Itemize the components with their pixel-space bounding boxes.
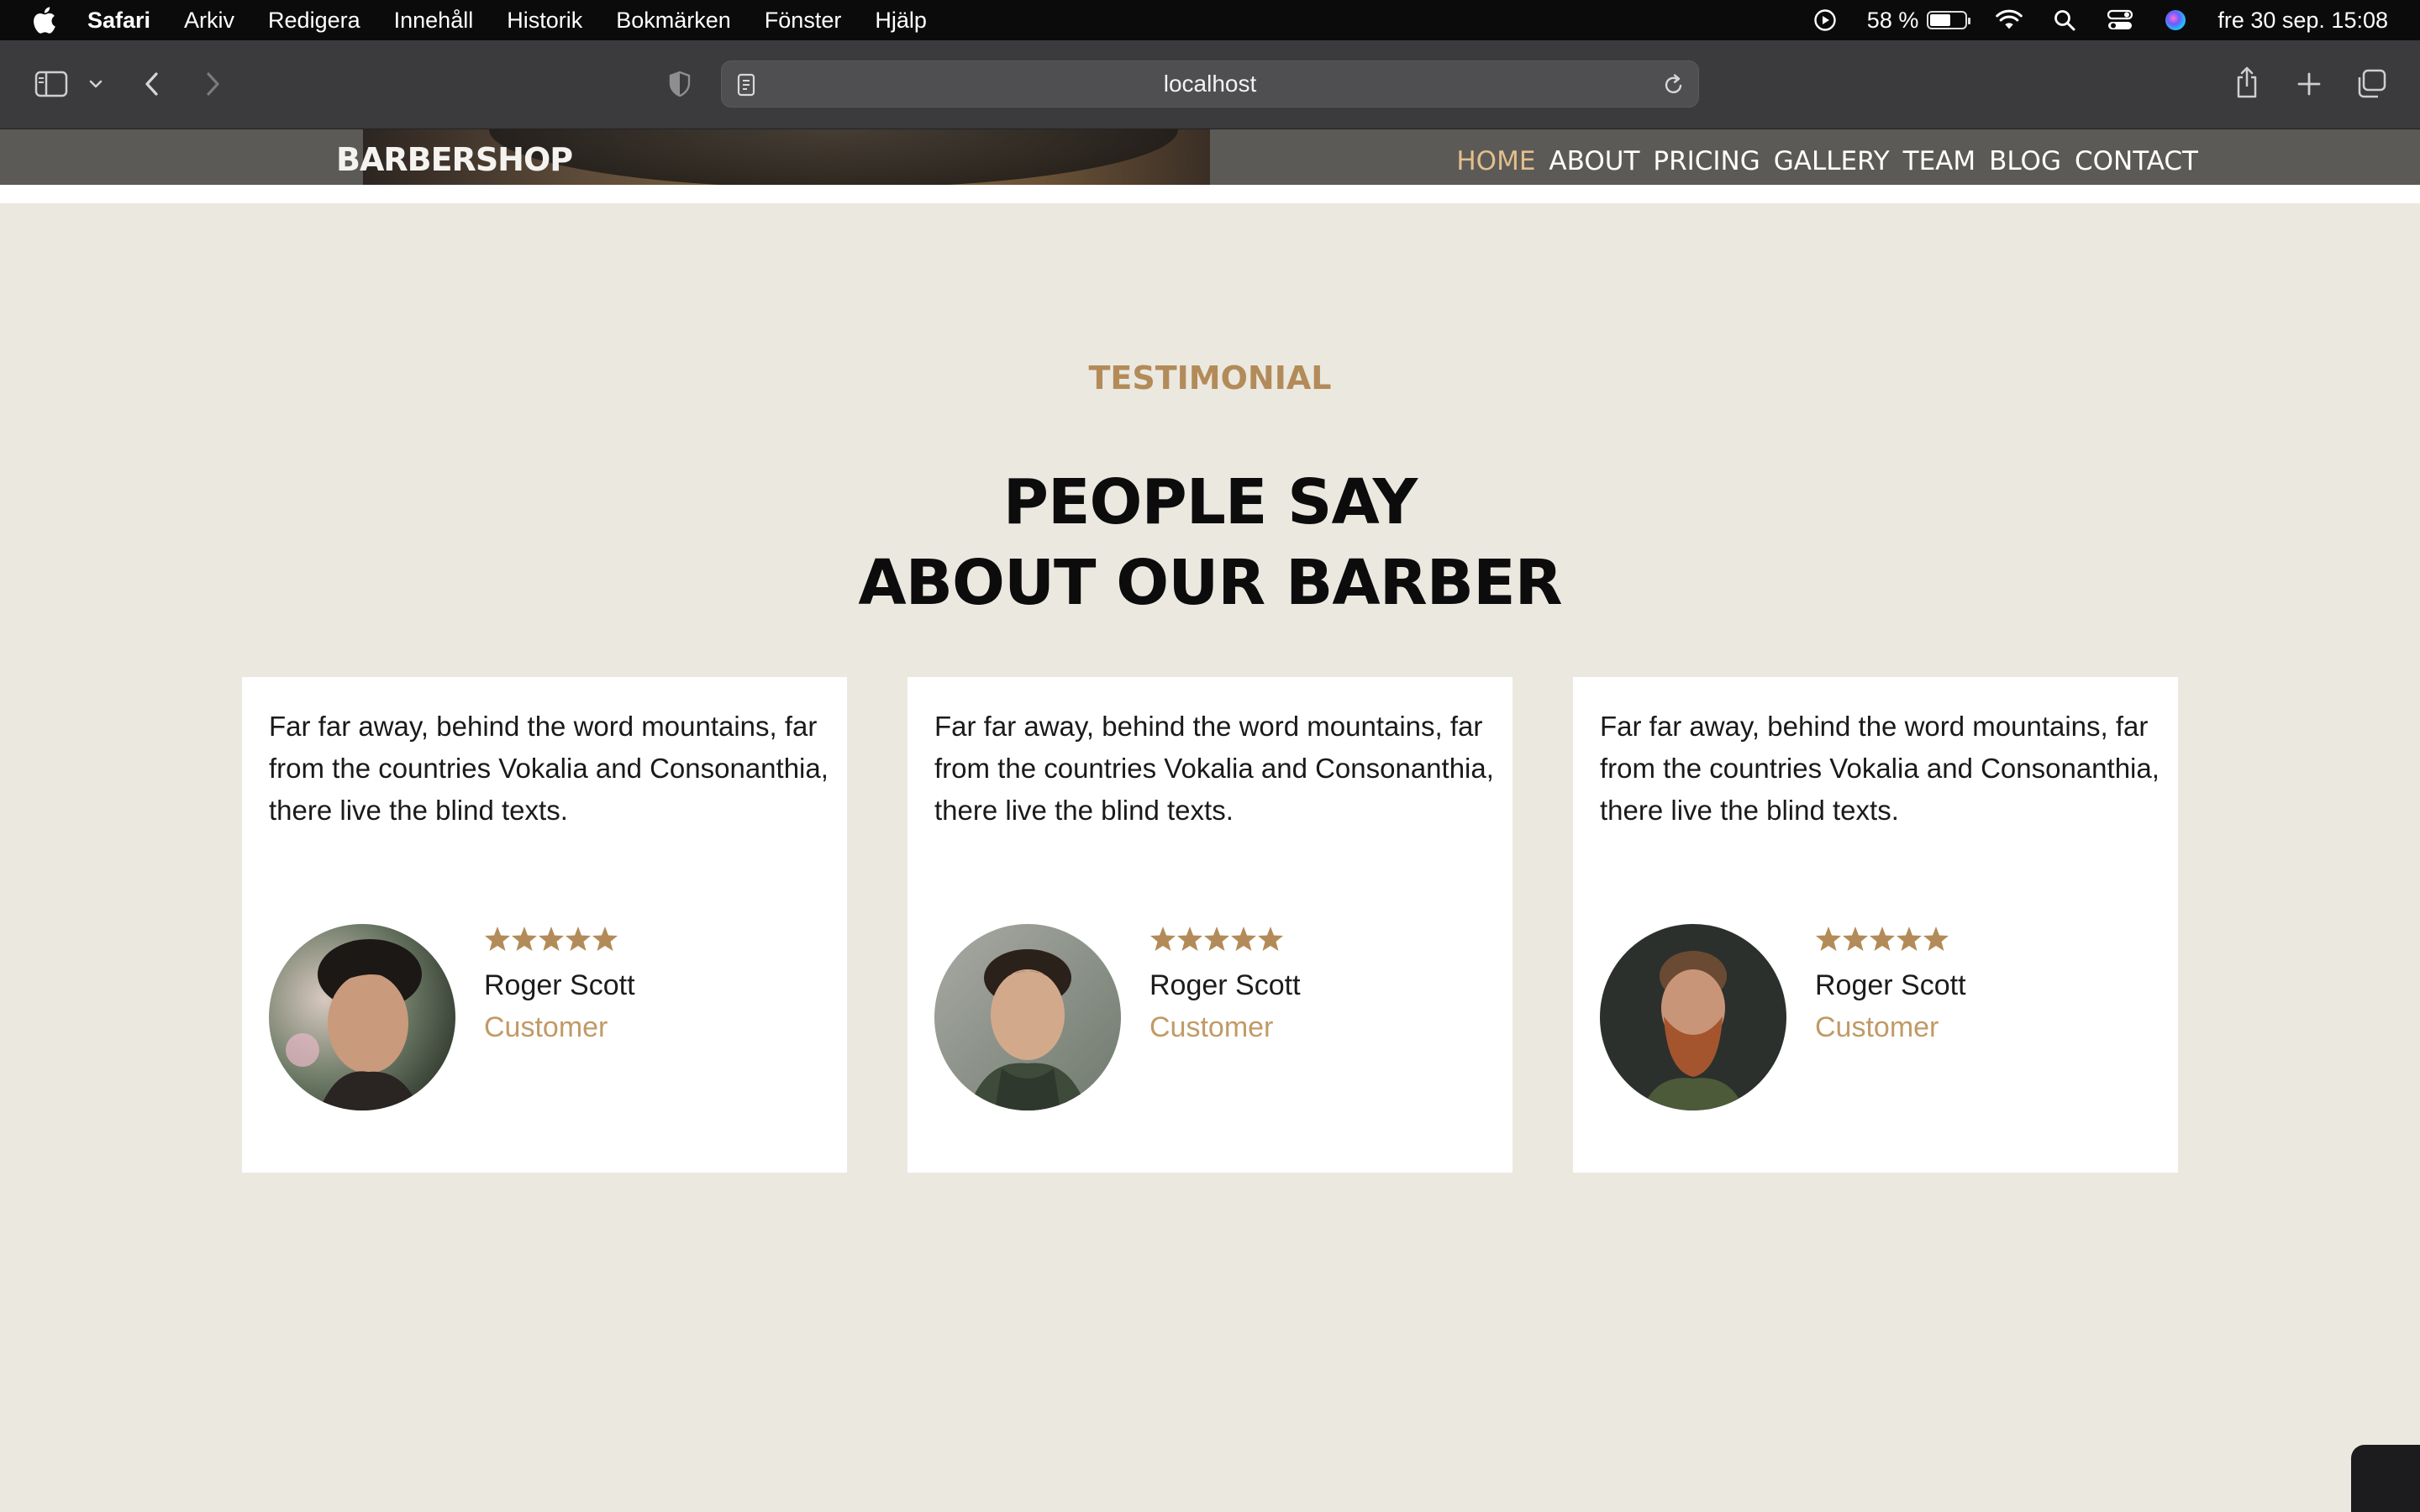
nav-home[interactable]: HOME [1456,146,1535,176]
customer-role: Customer [1815,1011,1939,1043]
spotlight-search-icon[interactable] [2051,8,2078,33]
battery-fill [1930,14,1950,26]
menu-hjalp[interactable]: Hjälp [875,8,927,34]
menu-app-name[interactable]: Safari [87,8,150,34]
testimonial-quote: Far far away, behind the word mountains,… [934,711,1494,826]
new-tab-icon[interactable] [2294,69,2324,99]
forward-icon[interactable] [198,69,227,99]
floating-widget[interactable] [2351,1445,2420,1512]
page-menu-icon[interactable] [737,73,755,101]
nav-pricing[interactable]: PRICING [1653,146,1760,176]
testimonial-card: Far far away, behind the word mountains,… [242,677,847,1173]
testimonial-quote: Far far away, behind the word mountains,… [269,711,829,826]
heading-line-2: ABOUT OUR BARBER [858,547,1562,619]
avatar [1600,924,1786,1110]
siri-icon[interactable] [2162,8,2189,33]
rating-stars [484,926,618,953]
customer-name: Roger Scott [484,969,635,1001]
privacy-shield-icon[interactable] [666,69,694,99]
menu-arkiv[interactable]: Arkiv [184,8,234,34]
tab-overview-icon[interactable] [2354,67,2388,101]
testimonial-card: Far far away, behind the word mountains,… [908,677,1512,1173]
main-nav: HOME ABOUT PRICING GALLERY TEAM BLOG CON… [1456,146,2198,176]
battery-percent: 58 % [1866,7,1919,33]
site-logo[interactable]: BARBERSHOP [336,141,573,178]
back-icon[interactable] [138,69,166,99]
clock-datetime[interactable]: fre 30 sep. 15:08 [2217,8,2388,34]
menu-redigera[interactable]: Redigera [268,8,360,34]
chevron-down-icon[interactable] [84,74,108,94]
avatar [269,924,455,1110]
play-circle-icon[interactable] [1812,8,1839,33]
star-icons [485,927,618,951]
testimonial-card: Far far away, behind the word mountains,… [1573,677,2178,1173]
rating-stars [1150,926,1284,953]
avatar [934,924,1121,1110]
wifi-icon[interactable] [1996,8,2023,33]
section-heading: PEOPLE SAY ABOUT OUR BARBER [0,462,2420,623]
nav-blog[interactable]: BLOG [1989,146,2061,176]
menu-bar: Safari Arkiv Redigera Innehåll Historik … [0,0,2420,40]
share-icon[interactable] [2232,64,2262,101]
star-icons [1816,927,1949,951]
sidebar-toggle-icon[interactable] [34,69,69,99]
section-eyebrow: TESTIMONIAL [1088,360,1332,396]
reload-icon[interactable] [1663,73,1685,101]
nav-team[interactable]: TEAM [1903,146,1975,176]
customer-name: Roger Scott [1150,969,1301,1001]
menu-innehall[interactable]: Innehåll [394,8,474,34]
customer-role: Customer [484,1011,608,1043]
control-center-icon[interactable] [2107,8,2133,33]
apple-menu-icon[interactable] [32,5,57,35]
menu-bokmarken[interactable]: Bokmärken [616,8,731,34]
address-bar[interactable]: localhost [721,60,1699,108]
battery-icon [1927,11,1971,29]
testimonial-quote: Far far away, behind the word mountains,… [1600,711,2160,826]
nav-gallery[interactable]: GALLERY [1774,146,1890,176]
star-icons [1150,927,1283,951]
nav-contact[interactable]: CONTACT [2075,146,2198,176]
heading-line-1: PEOPLE SAY [1002,466,1418,538]
menu-fonster[interactable]: Fönster [765,8,842,34]
customer-name: Roger Scott [1815,969,1966,1001]
menu-historik[interactable]: Historik [507,8,582,34]
rating-stars [1815,926,1949,953]
battery-status[interactable]: 58 % [1866,7,1971,34]
customer-role: Customer [1150,1011,1274,1043]
nav-about[interactable]: ABOUT [1549,146,1639,176]
header-divider [0,185,2420,203]
browser-toolbar: localhost [0,40,2420,129]
url-text: localhost [1163,71,1257,97]
